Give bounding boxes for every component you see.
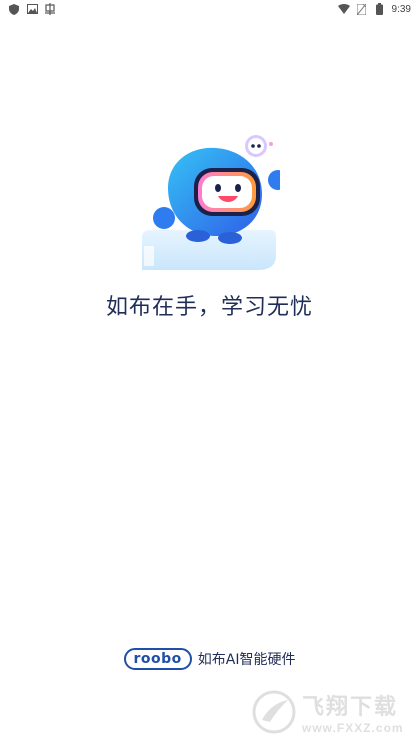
- slogan-text: 如布在手，学习无忧: [105, 295, 313, 320]
- wifi-icon: [337, 3, 350, 15]
- watermark-title: 飞翔下载: [302, 695, 399, 720]
- no-sim-icon: [356, 3, 368, 15]
- status-bar: 9:39: [0, 0, 419, 18]
- status-right: 9:39: [337, 3, 411, 15]
- watermark: 飞翔下载 www.FXXZ.com: [252, 684, 412, 740]
- roobo-logo: roobo: [123, 648, 192, 670]
- image-icon: [26, 3, 38, 15]
- mascot-illustration: [138, 128, 288, 274]
- brand-footer: roobo 如布AI智能硬件: [0, 646, 419, 672]
- watermark-logo-icon: [252, 690, 296, 734]
- watermark-text: 飞翔下载 www.FXXZ.com: [302, 689, 404, 735]
- brand-tagline: 如布AI智能硬件: [197, 652, 296, 668]
- status-time: 9:39: [391, 3, 411, 15]
- status-left: [8, 3, 56, 15]
- watermark-url: www.FXXZ.com: [302, 721, 404, 735]
- bug-icon: [44, 3, 56, 15]
- battery-icon: [374, 3, 386, 15]
- shield-icon: [8, 3, 20, 15]
